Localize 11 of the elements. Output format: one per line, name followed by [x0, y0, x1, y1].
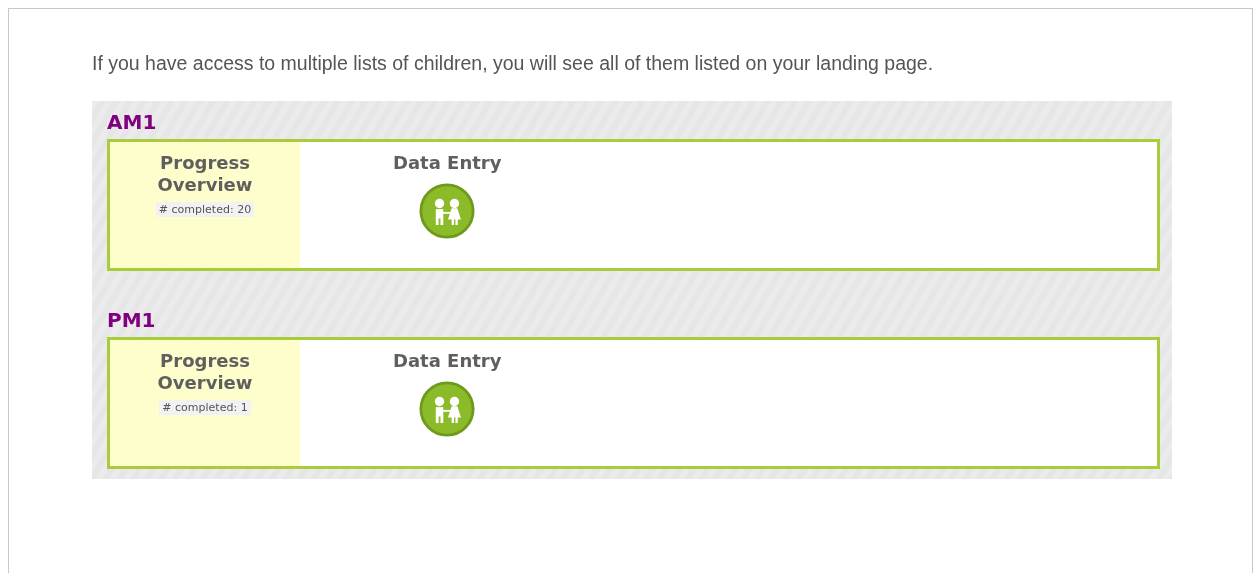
completed-count: # completed: 1 [159, 400, 251, 415]
intro-text: If you have access to multiple lists of children, you will see all of them listed on your landing page. [92, 51, 935, 76]
list-title: AM1 [107, 109, 158, 135]
progress-overview-link[interactable]: Progress Overview [145, 152, 265, 196]
completed-count: # completed: 20 [155, 202, 255, 217]
children-icon[interactable] [419, 381, 476, 437]
data-entry-link[interactable]: Data Entry [393, 152, 502, 173]
list-title: PM1 [107, 307, 157, 333]
data-entry-link[interactable]: Data Entry [393, 350, 502, 371]
progress-overview-link[interactable]: Progress Overview [145, 350, 265, 394]
children-icon[interactable] [419, 183, 476, 239]
